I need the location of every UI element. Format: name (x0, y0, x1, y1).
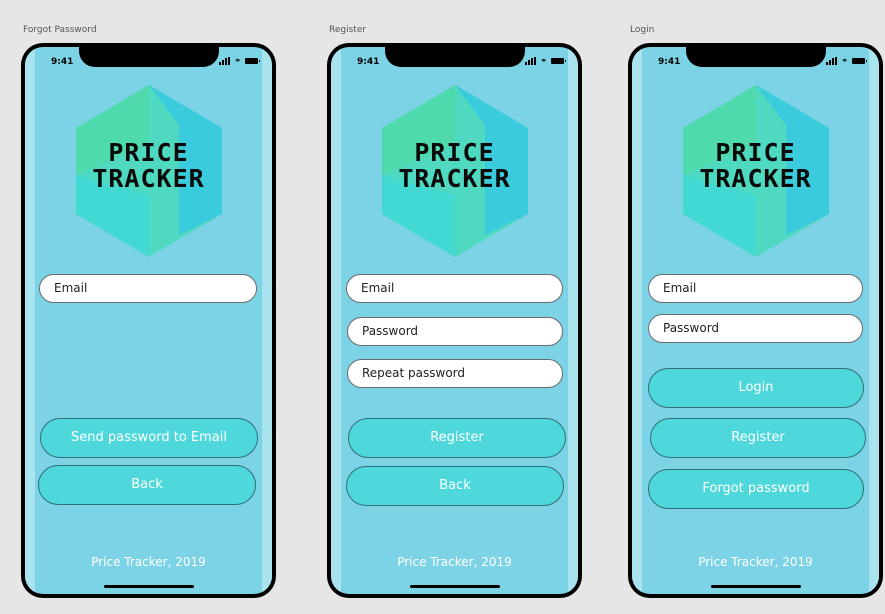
battery-icon (245, 57, 260, 64)
phone-frame: 9:41 ⚭ PRICE TRACKER Email Send password… (21, 43, 276, 598)
login-button[interactable]: Login (648, 368, 864, 408)
wifi-icon: ⚭ (234, 56, 241, 65)
wifi-icon: ⚭ (841, 56, 848, 65)
footer-text: Price Tracker, 2019 (698, 555, 813, 569)
status-icons: ⚭ (219, 56, 260, 65)
status-icons: ⚭ (525, 56, 566, 65)
signal-icon (525, 56, 537, 65)
password-field[interactable]: Password (648, 314, 863, 343)
phone-screen: 9:41 ⚭ PRICE TRACKER Email Passwor (331, 47, 578, 594)
register-button[interactable]: Register (348, 418, 566, 458)
status-time: 9:41 (658, 57, 681, 67)
artboard-title: Login (630, 25, 655, 35)
password-field[interactable]: Password (347, 317, 563, 346)
artboard-title: Forgot Password (23, 25, 97, 35)
footer-text: Price Tracker, 2019 (397, 555, 512, 569)
phone-screen: 9:41 ⚭ PRICE TRACKER Email Passwor (632, 47, 879, 594)
app-logo: PRICE TRACKER (380, 85, 530, 257)
send-password-button[interactable]: Send password to Email (40, 418, 258, 458)
battery-icon (852, 57, 867, 64)
home-indicator (409, 585, 500, 588)
register-button[interactable]: Register (650, 418, 866, 458)
repeat-password-field[interactable]: Repeat password (347, 359, 563, 388)
status-icons: ⚭ (826, 56, 867, 65)
back-button[interactable]: Back (346, 466, 564, 506)
status-time: 9:41 (357, 57, 380, 67)
footer-text: Price Tracker, 2019 (91, 555, 206, 569)
artboard-login: Login 9:41 ⚭ PRICE TRACKER Email Passwor… (628, 0, 885, 600)
phone-frame: 9:41 ⚭ PRICE TRACKER Email Passwor (628, 43, 883, 598)
email-field[interactable]: Email (346, 274, 563, 303)
notch (78, 47, 219, 67)
email-field[interactable]: Email (39, 274, 257, 303)
battery-icon (551, 57, 566, 64)
app-logo: PRICE TRACKER (74, 85, 224, 257)
status-time: 9:41 (51, 57, 74, 67)
email-field[interactable]: Email (648, 274, 863, 303)
artboard-title: Register (329, 25, 367, 35)
logo-text: PRICE TRACKER (92, 138, 205, 193)
signal-icon (219, 56, 231, 65)
notch (685, 47, 826, 67)
app-logo: PRICE TRACKER (681, 85, 831, 257)
forgot-password-button[interactable]: Forgot password (648, 469, 864, 509)
phone-screen: 9:41 ⚭ PRICE TRACKER Email Send password… (25, 47, 272, 594)
artboard-register: Register 9:41 ⚭ PRICE TRACKER Email Pass… (327, 0, 589, 600)
logo-text: PRICE TRACKER (398, 138, 511, 193)
home-indicator (710, 585, 801, 588)
artboard-forgot-password: Forgot Password 9:41 ⚭ PRICE TRACKER Ema… (21, 0, 283, 600)
back-button[interactable]: Back (38, 465, 256, 505)
signal-icon (826, 56, 838, 65)
notch (384, 47, 525, 67)
logo-text: PRICE TRACKER (699, 138, 812, 193)
phone-frame: 9:41 ⚭ PRICE TRACKER Email Passwor (327, 43, 582, 598)
home-indicator (103, 585, 194, 588)
wifi-icon: ⚭ (540, 56, 547, 65)
